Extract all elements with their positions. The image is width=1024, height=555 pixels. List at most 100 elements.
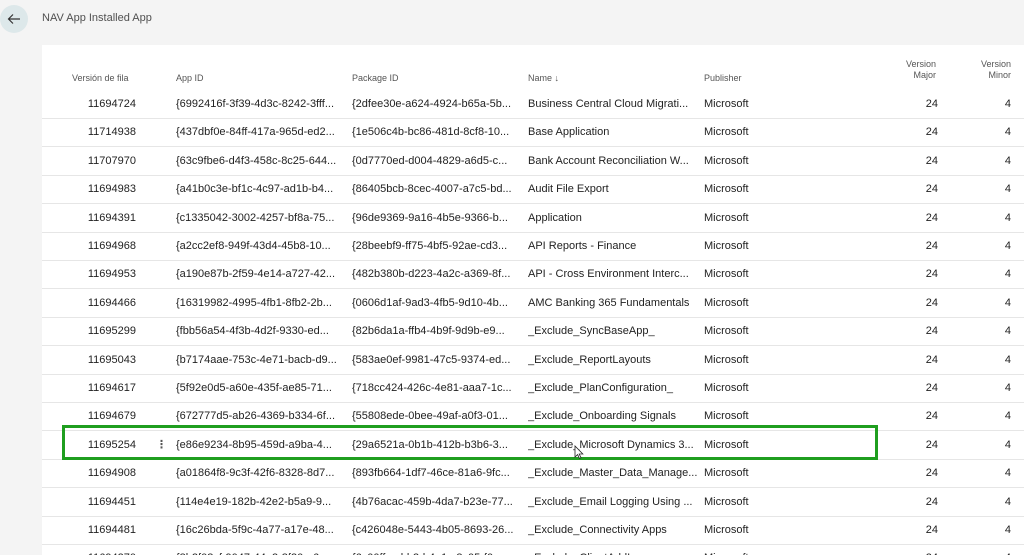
package-id-cell: {86405bcb-8cec-4007-a7c5-bd... xyxy=(352,183,512,196)
col-header-app-id[interactable]: App ID xyxy=(176,73,204,84)
version-major-cell: 24 xyxy=(925,325,938,338)
version-minor-cell: 4 xyxy=(977,544,1011,555)
table-header: Versión de fila App ID Package ID Name ↓… xyxy=(42,45,1024,89)
publisher-cell: Microsoft xyxy=(704,240,749,252)
publisher-cell: Microsoft xyxy=(704,495,749,508)
version-cell: 11694908 xyxy=(87,467,136,480)
table-row[interactable]: 11694908 {a01864f8-9c3f-42f6-8328-8d7... {… xyxy=(42,459,1024,489)
version-major-cell: 24 xyxy=(902,544,938,555)
table-row[interactable]: 11695299 {fbb56a54-4f3b-4d2f-9330-ed... {8… xyxy=(42,317,1024,347)
package-id-cell: {6c00ffca-bb3d-4a1c-8c05-f0... xyxy=(352,544,524,555)
col-header-name[interactable]: Name ↓ xyxy=(528,73,559,84)
version-minor-cell: 4 xyxy=(1004,438,1011,451)
package-id-cell: {583ae0ef-9981-47c5-9374-ed... xyxy=(352,353,511,366)
name-cell: Application xyxy=(528,211,582,224)
version-major-cell: 24 xyxy=(925,126,938,139)
version-minor-cell: 4 xyxy=(1004,382,1011,394)
publisher-cell: Microsoft xyxy=(704,467,749,480)
package-id-cell: {718cc424-426c-4e81-aaa7-1c... xyxy=(352,382,512,394)
package-id-cell: {2dfee30e-a624-4924-b65a-5b... xyxy=(352,98,512,110)
app-id-cell: {c1335042-3002-4257-bf8a-75... xyxy=(176,211,335,224)
table-row[interactable]: 11694270 {8b2f08cf-9047-44a3-8f30-a6... {6… xyxy=(42,544,1024,555)
name-cell: Business Central Cloud Migrati... xyxy=(528,98,689,110)
version-minor-cell: 4 xyxy=(1004,325,1011,338)
col-header-publisher[interactable]: Publisher xyxy=(704,73,742,84)
app-id-cell: {fbb56a54-4f3b-4d2f-9330-ed... xyxy=(176,325,329,338)
app-id-cell: {a01864f8-9c3f-42f6-8328-8d7... xyxy=(176,467,335,480)
version-minor-cell: 4 xyxy=(1004,268,1011,281)
col-header-version-minor[interactable]: Version Minor xyxy=(970,59,1011,81)
version-major-cell: 24 xyxy=(925,524,938,536)
app-id-cell: {6992416f-3f39-4d3c-8242-3fff... xyxy=(176,98,334,110)
version-minor-cell: 4 xyxy=(1004,467,1011,480)
table-row[interactable]: 11695043 {b7174aae-753c-4e71-bacb-d9... {5… xyxy=(42,346,1024,375)
table-row[interactable]: 11694391 {c1335042-3002-4257-bf8a-75... {9… xyxy=(42,204,1024,233)
version-cell: 11714938 xyxy=(87,126,136,139)
version-minor-cell: 4 xyxy=(1004,98,1011,110)
version-major-cell: 24 xyxy=(925,183,938,196)
col-header-version-row[interactable]: Versión de fila xyxy=(72,73,129,84)
package-id-cell: {c426048e-5443-4b05-8693-26... xyxy=(352,524,514,536)
table-row[interactable]: 11694617 {5f92e0d5-a60e-435f-ae85-71... {7… xyxy=(42,374,1024,403)
col-header-version-minor-line2: Minor xyxy=(988,70,1011,80)
package-id-cell: {893fb664-1df7-46ce-81a6-9fc... xyxy=(352,467,510,480)
name-cell: _Exclude_Master_Data_Manage... xyxy=(528,467,698,480)
name-cell: _Exclude_SyncBaseApp_ xyxy=(528,325,655,338)
table-row[interactable]: 11694953 {a190e87b-2f59-4e14-a727-42... {4… xyxy=(42,260,1024,290)
version-major-cell: 24 xyxy=(925,467,938,480)
publisher-cell: Microsoft xyxy=(704,353,749,366)
publisher-cell: Microsoft xyxy=(704,98,749,110)
name-cell: _Exclude_Email Logging Using ... xyxy=(528,495,693,508)
col-header-version-minor-line1: Version xyxy=(980,59,1011,69)
table-row[interactable]: 11694968 {a2cc2ef8-949f-43d4-45b8-10... {2… xyxy=(42,232,1024,261)
version-cell: 11694953 xyxy=(87,268,136,281)
package-id-cell: {0606d1af-9ad3-4fb5-9d10-4b... xyxy=(352,296,508,309)
version-major-cell: 24 xyxy=(925,410,938,423)
version-cell: 11694466 xyxy=(87,296,136,309)
table-row[interactable]: 11694724 {6992416f-3f39-4d3c-8242-3fff...… xyxy=(42,90,1024,119)
name-cell: _Exclude_ReportLayouts xyxy=(528,353,651,366)
name-cell: _Exclude_ClientAddIns xyxy=(528,544,700,555)
app-id-cell: {b7174aae-753c-4e71-bacb-d9... xyxy=(176,353,337,366)
list-panel: Versión de fila App ID Package ID Name ↓… xyxy=(42,45,1024,555)
app-id-cell: {437dbf0e-84ff-417a-965d-ed2... xyxy=(176,126,335,139)
table-row[interactable]: 11694466 {16319982-4995-4fb1-8fb2-2b... {0… xyxy=(42,289,1024,318)
version-cell: 11694391 xyxy=(87,211,136,224)
col-header-version-major[interactable]: Version Major xyxy=(897,59,936,81)
publisher-cell: Microsoft xyxy=(704,325,749,338)
version-cell: 11707970 xyxy=(87,154,136,167)
publisher-cell: Microsoft xyxy=(704,126,749,139)
table-row[interactable]: 11694451 {114e4e19-182b-42e2-b5a9-9... {4b… xyxy=(42,488,1024,517)
back-button[interactable] xyxy=(0,5,28,33)
version-minor-cell: 4 xyxy=(1004,154,1011,167)
package-id-cell: {482b380b-d223-4a2c-a369-8f... xyxy=(352,268,511,281)
version-cell: 11695299 xyxy=(87,325,136,338)
version-cell: 11695043 xyxy=(87,353,136,366)
version-major-cell: 24 xyxy=(925,382,938,394)
app-id-cell: {114e4e19-182b-42e2-b5a9-9... xyxy=(176,495,332,508)
app-id-cell: {16c26bda-5f9c-4a77-a17e-48... xyxy=(176,524,334,536)
version-major-cell: 24 xyxy=(925,268,938,281)
version-major-cell: 24 xyxy=(925,154,938,167)
mouse-cursor-icon xyxy=(574,445,584,459)
app-id-cell: {16319982-4995-4fb1-8fb2-2b... xyxy=(176,296,332,309)
version-major-cell: 24 xyxy=(925,353,938,366)
package-id-cell: {1e506c4b-bc86-481d-8cf8-10... xyxy=(352,126,510,139)
version-minor-cell: 4 xyxy=(1004,495,1011,508)
app-id-cell: {5f92e0d5-a60e-435f-ae85-71... xyxy=(176,382,332,394)
name-cell: AMC Banking 365 Fundamentals xyxy=(528,296,690,309)
col-header-version-major-line2: Major xyxy=(913,70,936,80)
col-header-package-id[interactable]: Package ID xyxy=(352,73,399,84)
table-row[interactable]: 11694983 {a41b0c3e-bf1c-4c97-ad1b-b4... {8… xyxy=(42,175,1024,205)
table-row[interactable]: 11707970 {63c9fbe6-d4f3-458c-8c25-644... {… xyxy=(42,147,1024,176)
table-row[interactable]: 11694481 {16c26bda-5f9c-4a77-a17e-48... {c… xyxy=(42,516,1024,545)
selected-row-highlight xyxy=(62,425,878,460)
version-major-cell: 24 xyxy=(925,495,938,508)
version-cell: 11694481 xyxy=(87,524,136,536)
table-row[interactable]: 11714938 {437dbf0e-84ff-417a-965d-ed2... {… xyxy=(42,118,1024,148)
version-minor-cell: 4 xyxy=(1004,353,1011,366)
app-id-cell: {a41b0c3e-bf1c-4c97-ad1b-b4... xyxy=(176,183,334,196)
publisher-cell: Microsoft xyxy=(704,296,749,309)
version-minor-cell: 4 xyxy=(1004,126,1011,139)
version-minor-cell: 4 xyxy=(1004,410,1011,423)
